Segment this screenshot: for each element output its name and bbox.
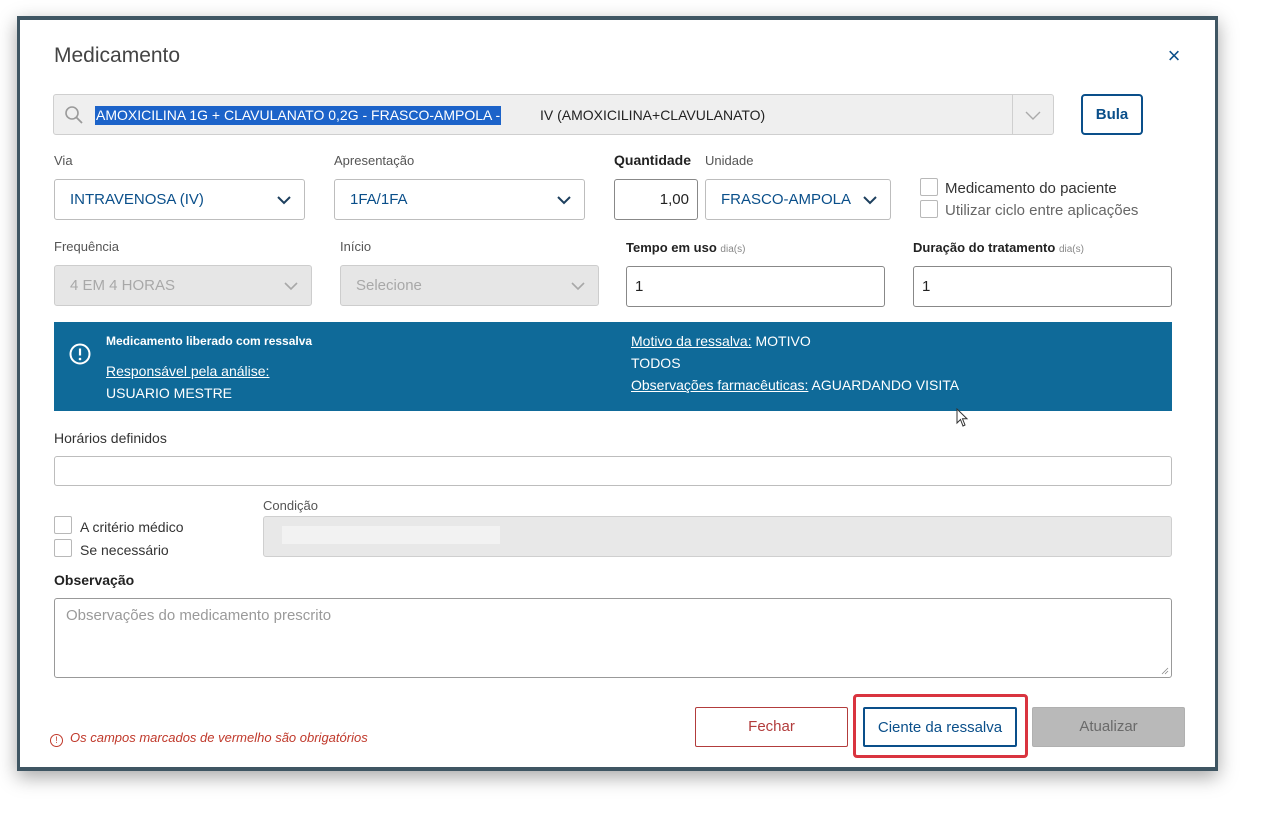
banner-title: Medicamento liberado com ressalva (106, 334, 313, 348)
frequencia-label: Frequência (54, 239, 120, 254)
criterio-medico-label: A critério médico (80, 519, 184, 535)
horarios-input[interactable] (54, 456, 1172, 486)
frequencia-value: 4 EM 4 HORAS (70, 277, 176, 294)
todos-text: TODOS (631, 355, 681, 371)
unidade-value: FRASCO-AMPOLA (721, 191, 852, 208)
unidade-label: Unidade (705, 153, 754, 168)
frequencia-select: 4 EM 4 HORAS (54, 265, 312, 306)
medicamento-dialog: Medicamento × AMOXICILINA 1G + CLAVULANA… (20, 20, 1215, 767)
alert-circle-icon: ! (50, 734, 63, 747)
close-icon[interactable]: × (1164, 45, 1184, 67)
quantidade-input[interactable]: 1,00 (614, 179, 698, 220)
medicamento-paciente-checkbox[interactable] (920, 178, 938, 196)
chevron-down-icon[interactable] (1022, 104, 1044, 126)
inicio-value: Selecione (356, 277, 422, 294)
duracao-label: Duração do tratamento dia(s) (913, 240, 1084, 255)
ressalva-banner: Medicamento liberado com ressalva Respon… (54, 322, 1172, 411)
search-rest-text: IV (AMOXICILINA+CLAVULANATO) (540, 107, 766, 123)
apresentacao-value: 1FA/1FA (350, 191, 408, 208)
condicao-placeholder-bar (282, 526, 500, 544)
observacao-placeholder: Observações do medicamento prescrito (66, 607, 332, 624)
required-fields-note: ! Os campos marcados de vermelho são obri… (50, 730, 368, 747)
screenshot-stage: Medicamento × AMOXICILINA 1G + CLAVULANA… (0, 0, 1266, 820)
condicao-label: Condição (263, 498, 318, 513)
via-select[interactable]: INTRAVENOSA (IV) (54, 179, 305, 220)
unidade-select[interactable]: FRASCO-AMPOLA (705, 179, 891, 220)
chevron-down-icon (277, 196, 291, 205)
obs-farmaceuticas-line: Observações farmacêuticas: AGUARDANDO VI… (631, 377, 960, 393)
ciente-ressalva-button[interactable]: Ciente da ressalva (863, 707, 1017, 747)
fechar-button[interactable]: Fechar (695, 707, 848, 747)
medicamento-paciente-label: Medicamento do paciente (945, 180, 1117, 197)
observacao-textarea[interactable]: Observações do medicamento prescrito (54, 598, 1172, 678)
via-value: INTRAVENOSA (IV) (70, 191, 204, 208)
dialog-title: Medicamento (54, 44, 181, 67)
responsavel-value: USUARIO MESTRE (106, 385, 233, 401)
search-divider (1012, 95, 1013, 134)
resize-grip-icon[interactable] (1161, 667, 1169, 675)
inicio-select: Selecione (340, 265, 599, 306)
mouse-pointer-icon (956, 408, 969, 427)
chevron-down-icon (557, 196, 571, 205)
chevron-down-icon (284, 282, 298, 291)
observacao-label: Observação (54, 572, 135, 588)
bula-button[interactable]: Bula (1081, 94, 1143, 135)
search-selected-text: AMOXICILINA 1G + CLAVULANATO 0,2G - FRAS… (95, 106, 502, 125)
medication-search-select[interactable]: AMOXICILINA 1G + CLAVULANATO 0,2G - FRAS… (53, 94, 1054, 135)
responsavel-label: Responsável pela análise: (106, 363, 270, 379)
tempo-uso-label: Tempo em uso dia(s) (626, 240, 746, 255)
ciclo-label: Utilizar ciclo entre aplicações (945, 202, 1139, 219)
chevron-down-icon (863, 196, 877, 205)
search-icon (65, 106, 83, 124)
ciclo-checkbox[interactable] (920, 200, 938, 218)
criterio-medico-checkbox[interactable] (54, 516, 72, 534)
horarios-label: Horários definidos (54, 430, 167, 446)
se-necessario-label: Se necessário (80, 542, 169, 558)
motivo-line: Motivo da ressalva: MOTIVO (631, 333, 811, 349)
se-necessario-checkbox[interactable] (54, 539, 72, 557)
via-label: Via (54, 153, 73, 168)
chevron-down-icon (571, 282, 585, 291)
alert-circle-icon (69, 343, 91, 365)
duracao-input[interactable]: 1 (913, 266, 1172, 307)
tempo-uso-input[interactable]: 1 (626, 266, 885, 307)
apresentacao-label: Apresentação (334, 153, 415, 168)
condicao-input (263, 516, 1172, 557)
atualizar-button: Atualizar (1032, 707, 1185, 747)
inicio-label: Início (340, 239, 372, 254)
apresentacao-select[interactable]: 1FA/1FA (334, 179, 585, 220)
quantidade-label: Quantidade (614, 152, 692, 168)
